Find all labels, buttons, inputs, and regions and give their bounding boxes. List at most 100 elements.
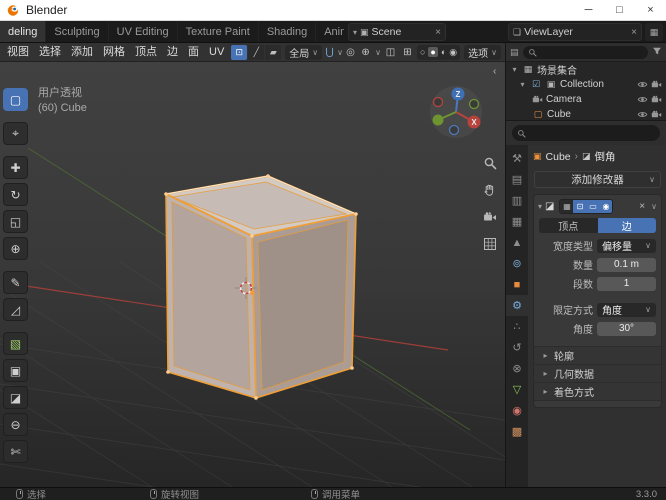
tool-inset-faces[interactable]: ▣ [3,359,28,382]
tool-measure[interactable]: ◿ [3,298,28,321]
render-toggle[interactable]: ◉ [599,199,613,213]
hide-eye-icon[interactable] [637,109,648,120]
properties-tab-object-data[interactable]: ▽ [506,379,528,400]
gizmo-dropdown-icon[interactable]: ∨ [375,48,381,57]
maximize-button[interactable]: □ [604,0,635,20]
modifier-extras-icon[interactable]: ∨ [651,202,657,211]
outliner-display-mode-icon[interactable]: ▤ [510,47,519,58]
tool-add-cube[interactable]: ▧ [3,332,28,355]
3d-viewport[interactable]: 用户透视 (60) Cube ▢ ⌖ ✚ ↻ ◱ ⊕ ✎ ◿ ▧ ▣ ◪ ⊖ ✄ [0,62,505,487]
sidebar-toggle-arrow[interactable]: ‹ [493,66,496,77]
amount-field[interactable]: 0.1 m [597,257,656,272]
disable-render-icon[interactable] [651,79,662,90]
realtime-toggle[interactable]: ▭ [586,199,600,213]
workspace-tab-animation[interactable]: Animation [316,21,344,42]
tool-cursor[interactable]: ⌖ [3,122,28,145]
properties-tab-tool[interactable]: ⚒ [506,148,528,169]
limit-method-dropdown[interactable]: 角度 ∨ [597,302,656,317]
hide-eye-icon[interactable] [637,94,648,105]
tool-rotate[interactable]: ↻ [3,183,28,206]
angle-field[interactable]: 30° [597,321,656,336]
properties-tab-texture[interactable]: ▩ [506,421,528,442]
tool-bevel[interactable]: ◪ [3,386,28,409]
tool-tweak-select[interactable]: ▢ [3,88,28,111]
menu-edge[interactable]: 边 [162,43,183,61]
close-button[interactable]: × [635,0,666,20]
workspace-tab-texture-paint[interactable]: Texture Paint [178,21,259,42]
menu-uv[interactable]: UV [204,43,229,61]
properties-tab-scene[interactable]: ▲ [506,232,528,253]
remove-modifier-button[interactable]: × [639,201,645,212]
workspace-tab-modeling[interactable]: deling [0,21,47,42]
edges-tab[interactable]: 边 [597,218,656,233]
properties-tab-constraints[interactable]: ⊗ [506,358,528,379]
scene-selector[interactable]: ▾ ▣ Scene × [348,23,446,41]
menu-vertex[interactable]: 顶点 [130,43,162,61]
tool-loop-cut[interactable]: ⊖ [3,413,28,436]
tool-move[interactable]: ✚ [3,156,28,179]
camera-view-button[interactable] [481,208,499,226]
menu-select[interactable]: 选择 [34,43,66,61]
shading-wireframe-icon[interactable]: ○ [420,47,425,57]
edge-mode-button[interactable]: ╱ [248,44,265,60]
viewlayer-remove-icon[interactable]: × [631,27,637,38]
workspace-tab-shading[interactable]: Shading [259,21,317,42]
menu-add[interactable]: 添加 [66,43,98,61]
properties-tab-object[interactable]: ■ [506,274,528,295]
xray-toggle-icon[interactable]: ⊞ [400,47,415,58]
menu-view[interactable]: 视图 [2,43,34,61]
outliner-row-scene-collection[interactable]: ▾ ▦ 场景集合 [506,62,666,77]
viewlayer-extra-button[interactable]: ▦ [645,23,663,41]
outliner-search-box[interactable] [522,45,648,59]
navigation-gizmo[interactable]: Z X [428,84,484,140]
disable-render-icon[interactable] [651,94,662,105]
overlays-icon[interactable]: ◫ [383,47,398,58]
on-cage-toggle[interactable]: ▦ [560,199,574,213]
properties-tab-world[interactable]: ⊚ [506,253,528,274]
outliner-search-input[interactable] [539,47,643,57]
gizmo-neg-x-ball[interactable] [432,96,444,108]
face-mode-button[interactable]: ▰ [265,44,282,60]
zoom-button[interactable] [481,154,499,172]
vertex-mode-button[interactable]: ⊡ [231,44,248,60]
properties-tab-render[interactable]: ▤ [506,169,528,190]
pan-button[interactable] [481,181,499,199]
outliner-row-cube[interactable]: ▢ Cube [506,107,666,120]
collapse-icon[interactable]: ▾ [538,202,542,211]
options-dropdown[interactable]: 选项 ∨ [464,44,501,60]
disable-render-icon[interactable] [651,109,662,120]
outliner-row-camera[interactable]: Camera [506,92,666,107]
gizmo-y-ball[interactable] [432,114,444,126]
properties-tab-material[interactable]: ◉ [506,400,528,421]
shading-rendered-icon[interactable]: ◉ [449,47,457,58]
hide-eye-icon[interactable] [637,79,648,90]
edit-mode-toggle[interactable]: ⊡ [573,199,587,213]
gizmo-neg-z-ball[interactable] [448,124,460,136]
tool-scale[interactable]: ◱ [3,210,28,233]
add-modifier-button[interactable]: 添加修改器 ∨ [534,171,661,188]
gizmo-toggle-icon[interactable]: ⊕ [358,47,373,58]
properties-search-box[interactable] [512,125,660,141]
expand-icon[interactable]: ▾ [518,80,527,89]
properties-tab-modifiers[interactable]: ⚙ [506,295,528,316]
width-type-dropdown[interactable]: 偏移量 ∨ [597,238,656,253]
shading-solid-icon[interactable]: ● [428,47,438,57]
properties-tab-output[interactable]: ▥ [506,190,528,211]
properties-tab-physics[interactable]: ↺ [506,337,528,358]
tool-knife[interactable]: ✄ [3,440,28,463]
workspace-tab-sculpting[interactable]: Sculpting [46,21,109,42]
snap-magnet-icon[interactable]: ⋃ [322,47,337,58]
minimize-button[interactable]: ─ [573,0,604,20]
viewlayer-selector[interactable]: ❏ ViewLayer × [508,23,642,41]
subpanel-profile[interactable]: ▸ 轮廓 [534,346,661,364]
scene-browse-icon[interactable]: ▾ [353,28,357,37]
expand-icon[interactable]: ▾ [510,65,519,74]
properties-tab-view-layer[interactable]: ▦ [506,211,528,232]
subpanel-geometry[interactable]: ▸ 几何数据 [534,364,661,382]
outliner-row-collection[interactable]: ▾ ☑ ▣ Collection [506,77,666,92]
workspace-tab-uv-editing[interactable]: UV Editing [109,21,178,42]
ortho-toggle-button[interactable] [481,235,499,253]
scene-unlink-icon[interactable]: × [435,27,441,38]
proportional-editing-icon[interactable]: ◎ [343,47,358,58]
segments-field[interactable]: 1 [597,276,656,291]
